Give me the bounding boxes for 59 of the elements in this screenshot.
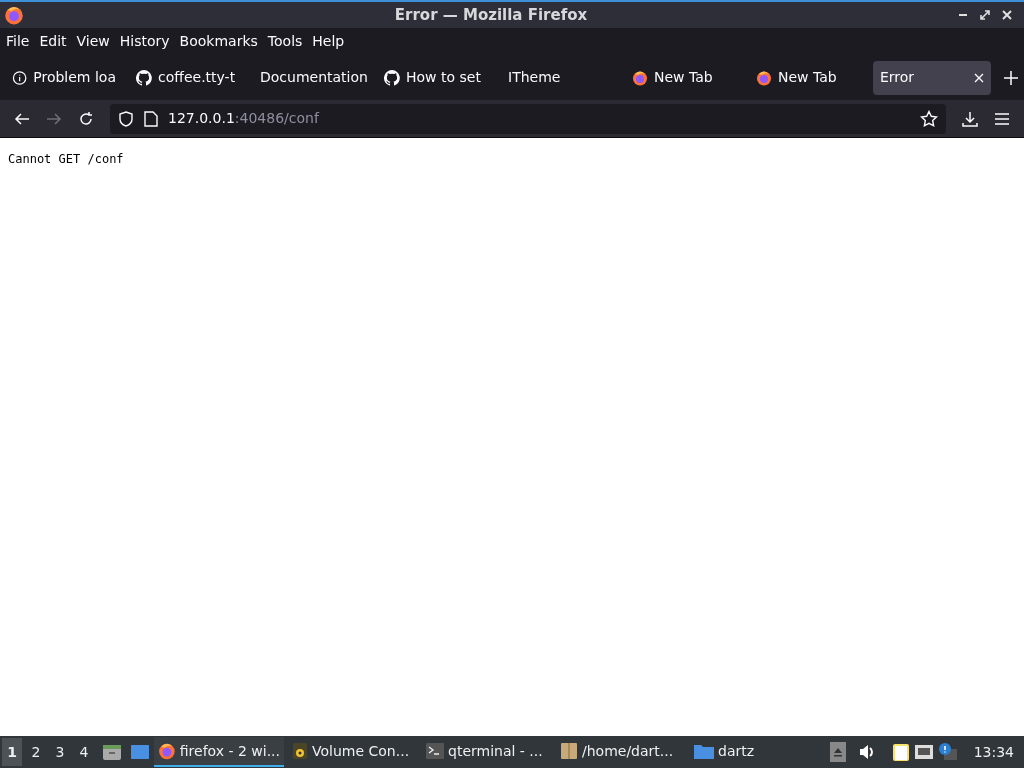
firefox-icon [632,69,648,86]
download-icon[interactable] [962,110,978,127]
close-icon[interactable] [1002,10,1012,20]
address-bar[interactable]: 127.0.0.1:40486/conf [110,103,946,134]
github-icon [384,69,400,86]
workspace-button[interactable]: 1 [2,738,22,766]
menu-item[interactable]: Tools [267,31,303,52]
browser-tab[interactable]: Problem loa [5,60,123,95]
browser-tab[interactable]: Error [873,60,991,95]
menu-item[interactable]: Help [312,31,345,52]
desktop-icon[interactable] [130,744,150,760]
shield-icon[interactable] [118,110,134,127]
taskbar-button[interactable]: dartz [690,737,820,767]
terminal-icon [426,743,444,759]
folder-icon [694,743,714,759]
browser-tab[interactable]: New Tab [749,60,867,95]
clipboard-icon[interactable] [891,742,910,762]
url-path: :40486/conf [234,109,319,128]
firefox-icon [756,69,772,86]
menu-item[interactable]: File [6,31,30,52]
menu-item[interactable]: Bookmarks [179,31,258,52]
eject-icon[interactable] [829,742,846,762]
browser-tab[interactable]: Documentation [253,60,371,95]
forward-arrow-icon[interactable] [46,110,62,127]
file-cabinet-icon[interactable] [102,743,122,761]
firefox-icon [158,742,176,760]
volume-icon[interactable] [857,743,876,761]
reload-icon[interactable] [78,110,94,127]
browser-tab[interactable]: How to set [377,60,495,95]
menu-item[interactable]: Edit [39,31,67,52]
menu-item[interactable]: View [76,31,110,52]
package-icon [560,742,578,760]
browser-tab[interactable]: ITheme [501,60,619,95]
firefox-icon [4,5,24,25]
menu-icon[interactable] [994,111,1010,126]
workspace-button[interactable]: 2 [26,738,46,766]
star-icon[interactable] [920,109,938,128]
page-icon [144,110,158,127]
speaker-icon [292,742,308,760]
taskbar-button[interactable]: /home/dart... [556,737,686,767]
url-host: 127.0.0.1 [168,109,235,128]
plus-icon[interactable] [1004,70,1018,85]
github-icon [136,69,152,86]
maximize-icon[interactable] [980,10,990,20]
browser-tab[interactable]: New Tab [625,60,743,95]
back-arrow-icon[interactable] [14,110,30,127]
error-message: Cannot GET /conf [8,151,125,168]
window-title: Error — Mozilla Firefox [393,4,589,26]
info-icon [12,69,28,86]
menu-item[interactable]: History [119,31,170,52]
browser-tab[interactable]: coffee.tty-t [129,60,247,95]
workspace-button[interactable]: 4 [74,738,94,766]
network-icon[interactable] [913,743,934,761]
workspace-button[interactable]: 3 [50,738,70,766]
taskbar-button[interactable]: qterminal - ... [422,737,552,767]
taskbar-button[interactable]: Volume Con... [288,737,418,767]
taskbar-button[interactable]: firefox - 2 wi... [154,737,284,767]
notification-icon[interactable] [937,743,958,761]
clock[interactable]: 13:34 [973,741,1014,763]
